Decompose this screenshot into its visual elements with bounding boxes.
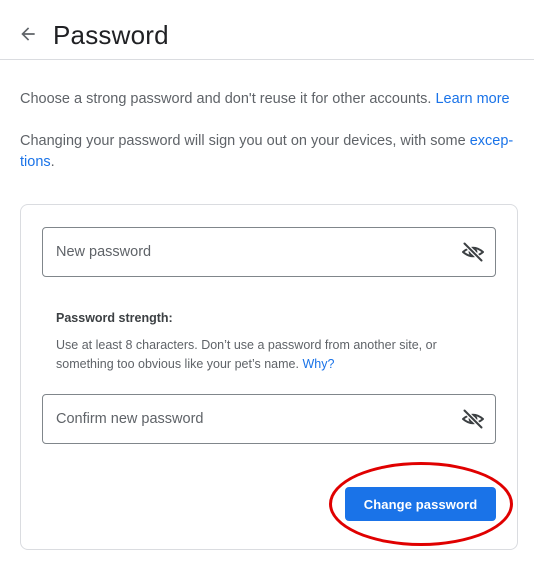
password-strength-hint-text: Use at least 8 characters. Don’t use a p… xyxy=(56,338,437,371)
page-title: Password xyxy=(53,20,169,50)
password-page: Password Choose a strong password and do… xyxy=(0,0,534,566)
page-header: Password xyxy=(0,0,534,60)
eye-off-icon xyxy=(462,241,484,263)
intro-line-2-suffix: . xyxy=(50,154,55,170)
eye-off-icon xyxy=(462,408,484,430)
toggle-confirm-password-visibility-button[interactable] xyxy=(461,407,485,431)
password-strength-section: Password strength: Use at least 8 charac… xyxy=(56,309,486,374)
intro-line-1: Choose a strong password and don't reuse… xyxy=(20,89,520,110)
new-password-field xyxy=(42,227,496,277)
intro-line-2-text: Changing your password will sign you out… xyxy=(20,133,470,149)
password-strength-title: Password strength: xyxy=(56,311,173,325)
back-button[interactable] xyxy=(14,20,42,48)
exceptions-link-part-2: tions xyxy=(20,154,51,170)
confirm-password-field xyxy=(42,394,496,444)
intro-line-2: Changing your password will sign you out… xyxy=(20,131,520,173)
change-password-button[interactable]: Change password xyxy=(345,487,496,521)
intro-line-1-text: Choose a strong password and don't reuse… xyxy=(20,91,432,107)
confirm-password-input[interactable] xyxy=(43,395,495,443)
toggle-new-password-visibility-button[interactable] xyxy=(461,240,485,264)
new-password-input[interactable] xyxy=(43,228,495,276)
intro-text: Choose a strong password and don't reuse… xyxy=(20,89,520,173)
exceptions-link-part-1: excep- xyxy=(469,133,514,149)
password-strength-hint: Use at least 8 characters. Don’t use a p… xyxy=(56,336,486,374)
why-link[interactable]: Why? xyxy=(302,357,334,371)
submit-area: Change password xyxy=(345,487,496,521)
learn-more-link[interactable]: Learn more xyxy=(435,91,509,107)
password-form-card: Password strength: Use at least 8 charac… xyxy=(20,204,518,550)
arrow-back-icon xyxy=(21,27,35,41)
